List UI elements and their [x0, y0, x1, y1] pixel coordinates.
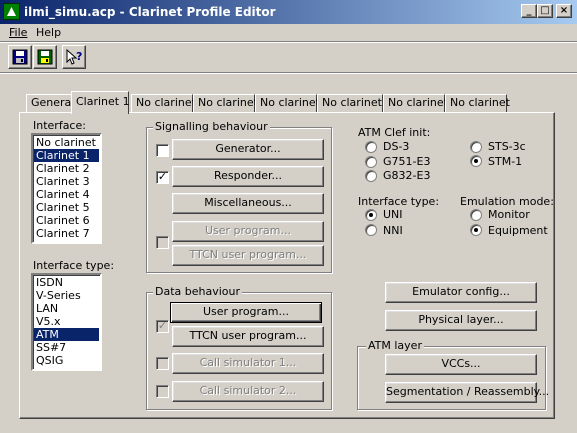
tab-no-clarinet-6[interactable]: No clarinet: [383, 94, 448, 113]
window-title: ilmi_simu.acp - Clarinet Profile Editor: [24, 5, 276, 19]
interface-type-listbox[interactable]: ISDN V-Series LAN V5.x ATM SS#7 QSIG: [31, 273, 102, 371]
radio-nni[interactable]: [365, 224, 377, 236]
menu-file[interactable]: File: [9, 26, 27, 39]
responder-checkbox[interactable]: ✓: [156, 171, 169, 184]
signalling-ttcn-user-program-button[interactable]: TTCN user program...: [172, 245, 324, 266]
list-item[interactable]: Clarinet 6: [34, 214, 99, 227]
save-icon: [12, 49, 28, 65]
app-icon[interactable]: [3, 3, 20, 20]
check-icon: ✓: [157, 319, 168, 332]
radio-nni-label: NNI: [383, 224, 403, 237]
list-item[interactable]: Clarinet 1: [34, 149, 99, 162]
toolbar-separator: [0, 41, 577, 43]
generator-button[interactable]: Generator...: [172, 139, 324, 160]
data-behaviour-title: Data behaviour: [153, 285, 243, 298]
tab-no-clarinet-2[interactable]: No clarinet: [131, 94, 196, 113]
physical-layer-button[interactable]: Physical layer...: [385, 310, 537, 331]
generator-checkbox[interactable]: [156, 144, 169, 157]
radio-ds3[interactable]: [365, 141, 377, 153]
radio-monitor[interactable]: [470, 209, 482, 221]
list-item[interactable]: Clarinet 4: [34, 188, 99, 201]
call-simulator-1-button[interactable]: Call simulator 1...: [172, 353, 324, 374]
signalling-user-program-checkbox[interactable]: [156, 236, 169, 249]
radio-g832-e3-label: G832-E3: [383, 169, 431, 182]
check-icon: ✓: [157, 170, 168, 183]
responder-button[interactable]: Responder...: [172, 166, 324, 187]
emulator-config-button[interactable]: Emulator config...: [385, 282, 537, 303]
radio-ds3-label: DS-3: [383, 140, 410, 153]
list-item[interactable]: No clarinet: [34, 136, 99, 149]
svg-text:?: ?: [76, 50, 82, 63]
radio-equipment-label: Equipment: [488, 224, 548, 237]
tab-no-clarinet-5[interactable]: No clarinet: [317, 94, 383, 113]
radio-g832-e3[interactable]: [365, 170, 377, 182]
data-user-program-button[interactable]: User program...: [170, 302, 322, 323]
atm-clef-init-label: ATM Clef init:: [358, 126, 431, 139]
signalling-behaviour-title: Signalling behaviour: [153, 120, 270, 133]
interface-type-label: Interface type:: [33, 259, 115, 272]
segmentation-reassembly-button[interactable]: Segmentation / Reassembly...: [385, 382, 549, 403]
context-help-icon: ?: [66, 49, 82, 65]
list-item[interactable]: Clarinet 5: [34, 201, 99, 214]
tab-no-clarinet-7[interactable]: No clarinet: [445, 94, 510, 113]
radio-monitor-label: Monitor: [488, 208, 530, 221]
close-button[interactable]: ×: [556, 4, 572, 18]
emulation-mode-label: Emulation mode:: [460, 195, 554, 208]
signalling-user-program-button[interactable]: User program...: [172, 221, 324, 242]
miscellaneous-button[interactable]: Miscellaneous...: [172, 193, 324, 214]
context-help-button[interactable]: ?: [62, 45, 86, 69]
list-item[interactable]: ISDN: [34, 276, 99, 289]
tab-clarinet-1[interactable]: Clarinet 1: [71, 91, 130, 114]
call-simulator-1-checkbox[interactable]: [156, 357, 169, 370]
call-simulator-2-checkbox[interactable]: [156, 385, 169, 398]
interface-type-radio-label: Interface type:: [358, 195, 440, 208]
radio-sts-3c-label: STS-3c: [488, 140, 526, 153]
radio-g751-e3-label: G751-E3: [383, 155, 431, 168]
list-item[interactable]: SS#7: [34, 341, 99, 354]
atm-layer-title: ATM layer: [366, 339, 424, 352]
vccs-button[interactable]: VCCs...: [385, 354, 537, 375]
radio-uni[interactable]: [365, 209, 377, 221]
radio-g751-e3[interactable]: [365, 156, 377, 168]
save-as-icon: [37, 49, 53, 65]
menu-help[interactable]: Help: [36, 26, 61, 39]
menu-help-label: Help: [36, 26, 62, 39]
list-item[interactable]: Clarinet 2: [34, 162, 99, 175]
list-item[interactable]: Clarinet 3: [34, 175, 99, 188]
radio-stm-1[interactable]: [470, 155, 482, 167]
title-bar[interactable]: ilmi_simu.acp - Clarinet Profile Editor …: [0, 0, 577, 24]
tab-no-clarinet-3[interactable]: No clarinet: [193, 94, 258, 113]
data-ttcn-user-program-button[interactable]: TTCN user program...: [172, 326, 324, 347]
radio-stm-1-label: STM-1: [488, 155, 523, 168]
tab-general[interactable]: General: [26, 94, 74, 113]
call-simulator-2-button[interactable]: Call simulator 2...: [172, 381, 324, 402]
list-item[interactable]: LAN: [34, 302, 99, 315]
radio-uni-label: UNI: [383, 208, 403, 221]
list-item[interactable]: QSIG: [34, 354, 99, 367]
list-item[interactable]: ATM: [34, 328, 99, 341]
radio-equipment[interactable]: [470, 224, 482, 236]
save-as-button[interactable]: [33, 45, 57, 69]
save-button[interactable]: [8, 45, 32, 69]
toolbar-bottom-border: [0, 72, 577, 74]
interface-listbox[interactable]: No clarinet Clarinet 1 Clarinet 2 Clarin…: [31, 133, 102, 244]
minimize-button[interactable]: _: [521, 4, 537, 18]
maximize-button[interactable]: □: [537, 4, 553, 18]
list-item[interactable]: V-Series: [34, 289, 99, 302]
tab-no-clarinet-4[interactable]: No clarinet: [255, 94, 320, 113]
menu-file-label: File: [9, 26, 28, 39]
list-item[interactable]: Clarinet 7: [34, 227, 99, 240]
interface-label: Interface:: [33, 119, 86, 132]
data-user-program-checkbox[interactable]: ✓: [156, 320, 169, 333]
radio-sts-3c[interactable]: [470, 141, 482, 153]
list-item[interactable]: V5.x: [34, 315, 99, 328]
